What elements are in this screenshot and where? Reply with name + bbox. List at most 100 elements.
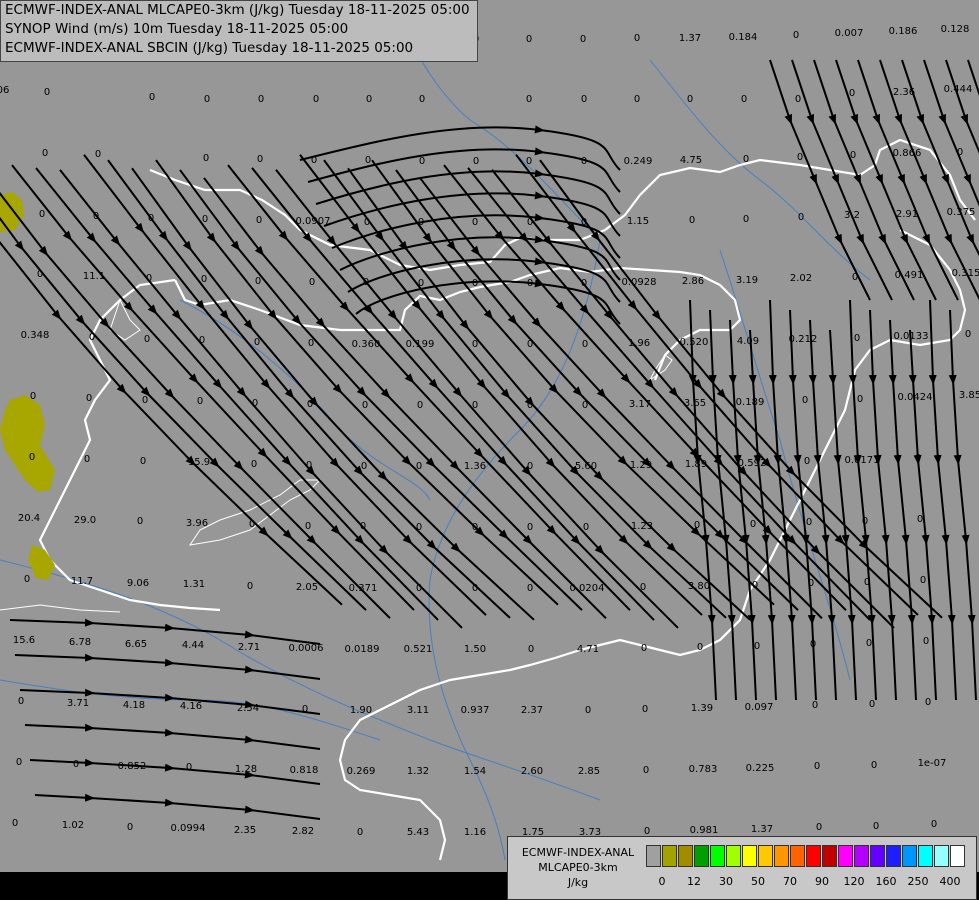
- sbcin-value: 0: [473, 156, 479, 167]
- header-line-cape: ECMWF-INDEX-ANAL MLCAPE0-3km (J/kg) Tues…: [5, 2, 470, 18]
- sbcin-value: 0: [581, 217, 587, 228]
- sbcin-value: 0: [311, 155, 317, 166]
- sbcin-value: 0: [84, 454, 90, 465]
- sbcin-value: 0: [30, 391, 36, 402]
- sbcin-value: 0: [797, 152, 803, 163]
- legend-tick: 0: [658, 875, 666, 888]
- legend-swatch: [886, 845, 901, 867]
- sbcin-value: 0: [857, 394, 863, 405]
- sbcin-value: 0.186: [889, 26, 918, 37]
- sbcin-value: 0: [965, 329, 971, 340]
- sbcin-value: 0: [849, 88, 855, 99]
- sbcin-value: 0: [802, 395, 808, 406]
- sbcin-value: 0: [527, 522, 533, 533]
- sbcin-value: 1.90: [350, 705, 372, 716]
- sbcin-value: 0: [361, 461, 367, 472]
- sbcin-value: 0.097: [745, 702, 774, 713]
- sbcin-value: 0: [581, 94, 587, 105]
- sbcin-value: 0: [29, 452, 35, 463]
- sbcin-value: 1.15: [627, 216, 649, 227]
- sbcin-value: 0: [86, 393, 92, 404]
- sbcin-value: 15.6: [13, 635, 35, 646]
- sbcin-value: 0: [634, 33, 640, 44]
- color-legend: ECMWF-INDEX-ANAL MLCAPE0-3km J/kg 0 12 30 5…: [507, 836, 977, 900]
- sbcin-value: 3.80: [688, 581, 710, 592]
- sbcin-value: 0: [526, 94, 532, 105]
- sbcin-value: 1.37: [679, 33, 701, 44]
- sbcin-value: 1.89: [685, 459, 707, 470]
- sbcin-value: 0: [527, 461, 533, 472]
- sbcin-value: 2.82: [292, 826, 314, 837]
- sbcin-value: 0: [581, 278, 587, 289]
- sbcin-value: 1.31: [183, 579, 205, 590]
- sbcin-value: 11.1: [83, 271, 105, 282]
- legend-swatch: [646, 845, 661, 867]
- sbcin-value: 0: [364, 217, 370, 228]
- sbcin-value: 0: [743, 154, 749, 165]
- sbcin-value: 0: [18, 696, 24, 707]
- sbcin-value: 0.592: [738, 458, 767, 469]
- sbcin-value: 0: [472, 278, 478, 289]
- sbcin-value: 4.71: [577, 644, 599, 655]
- legend-swatch: [710, 845, 725, 867]
- sbcin-value: 0: [306, 460, 312, 471]
- sbcin-value: 0: [931, 819, 937, 830]
- sbcin-value: 0: [142, 395, 148, 406]
- legend-tick: 250: [907, 875, 929, 888]
- sbcin-value: 0: [44, 87, 50, 98]
- header-panel: ECMWF-INDEX-ANAL MLCAPE0-3km (J/kg) Tues…: [0, 0, 478, 62]
- sbcin-value: 0: [140, 456, 146, 467]
- sbcin-value: 6.78: [69, 637, 91, 648]
- sbcin-value: 0: [357, 827, 363, 838]
- legend-swatch: [726, 845, 741, 867]
- sbcin-value: 0: [309, 277, 315, 288]
- sbcin-value: 0: [526, 34, 532, 45]
- legend-tick: 160: [875, 875, 897, 888]
- sbcin-value: 0: [871, 760, 877, 771]
- sbcin-value: 0: [528, 644, 534, 655]
- sbcin-value: 0.371: [349, 583, 378, 594]
- sbcin-value: 0: [201, 274, 207, 285]
- sbcin-value: 0: [202, 214, 208, 225]
- sbcin-value: 2.05: [296, 582, 318, 593]
- sbcin-value: 4.18: [123, 700, 145, 711]
- sbcin-value: 0: [687, 94, 693, 105]
- legend-swatch: [918, 845, 933, 867]
- legend-swatch: [822, 845, 837, 867]
- sbcin-value: 0: [920, 575, 926, 586]
- sbcin-value: 0: [137, 516, 143, 527]
- sbcin-value: 0: [186, 762, 192, 773]
- sbcin-value: 0: [812, 700, 818, 711]
- legend-swatch: [694, 845, 709, 867]
- sbcin-value: 0: [24, 574, 30, 585]
- weather-map: 06 0 0 0 0 0 0 0 0 0 0 0 0 0 0 2.36 0.444 0 0 0 0 0 1.37 0.184 0…: [0, 0, 979, 874]
- sbcin-value: 0: [864, 577, 870, 588]
- sbcin-value: 0: [258, 94, 264, 105]
- sbcin-value: 2.37: [521, 705, 543, 716]
- sbcin-value: 06: [0, 85, 9, 96]
- sbcin-value: 2.91: [896, 209, 918, 220]
- sbcin-value: 0.225: [746, 763, 775, 774]
- sbcin-value: 0: [42, 148, 48, 159]
- sbcin-value: 0: [527, 217, 533, 228]
- sbcin-value: 0: [256, 215, 262, 226]
- sbcin-value: 0: [854, 333, 860, 344]
- sbcin-value: 0: [582, 339, 588, 350]
- sbcin-value: 1.02: [62, 820, 84, 831]
- sbcin-value: 3.19: [736, 275, 758, 286]
- sbcin-value: 0.0204: [570, 583, 605, 594]
- sbcin-value: 3.96: [186, 518, 208, 529]
- legend-swatch: [790, 845, 805, 867]
- sbcin-value: 2.02: [790, 273, 812, 284]
- legend-swatch: [854, 845, 869, 867]
- sbcin-value: 0: [642, 704, 648, 715]
- legend-swatch: [806, 845, 821, 867]
- sbcin-value: 0: [754, 641, 760, 652]
- sbcin-value: 0: [251, 459, 257, 470]
- sbcin-value: 20.4: [18, 513, 40, 524]
- sbcin-value: 0: [743, 214, 749, 225]
- sbcin-value: 0.375: [947, 207, 976, 218]
- header-line-wind: SYNOP Wind (m/s) 10m Tuesday 18-11-2025 …: [5, 21, 349, 37]
- sbcin-value: 0.981: [690, 825, 719, 836]
- sbcin-value: 0: [308, 338, 314, 349]
